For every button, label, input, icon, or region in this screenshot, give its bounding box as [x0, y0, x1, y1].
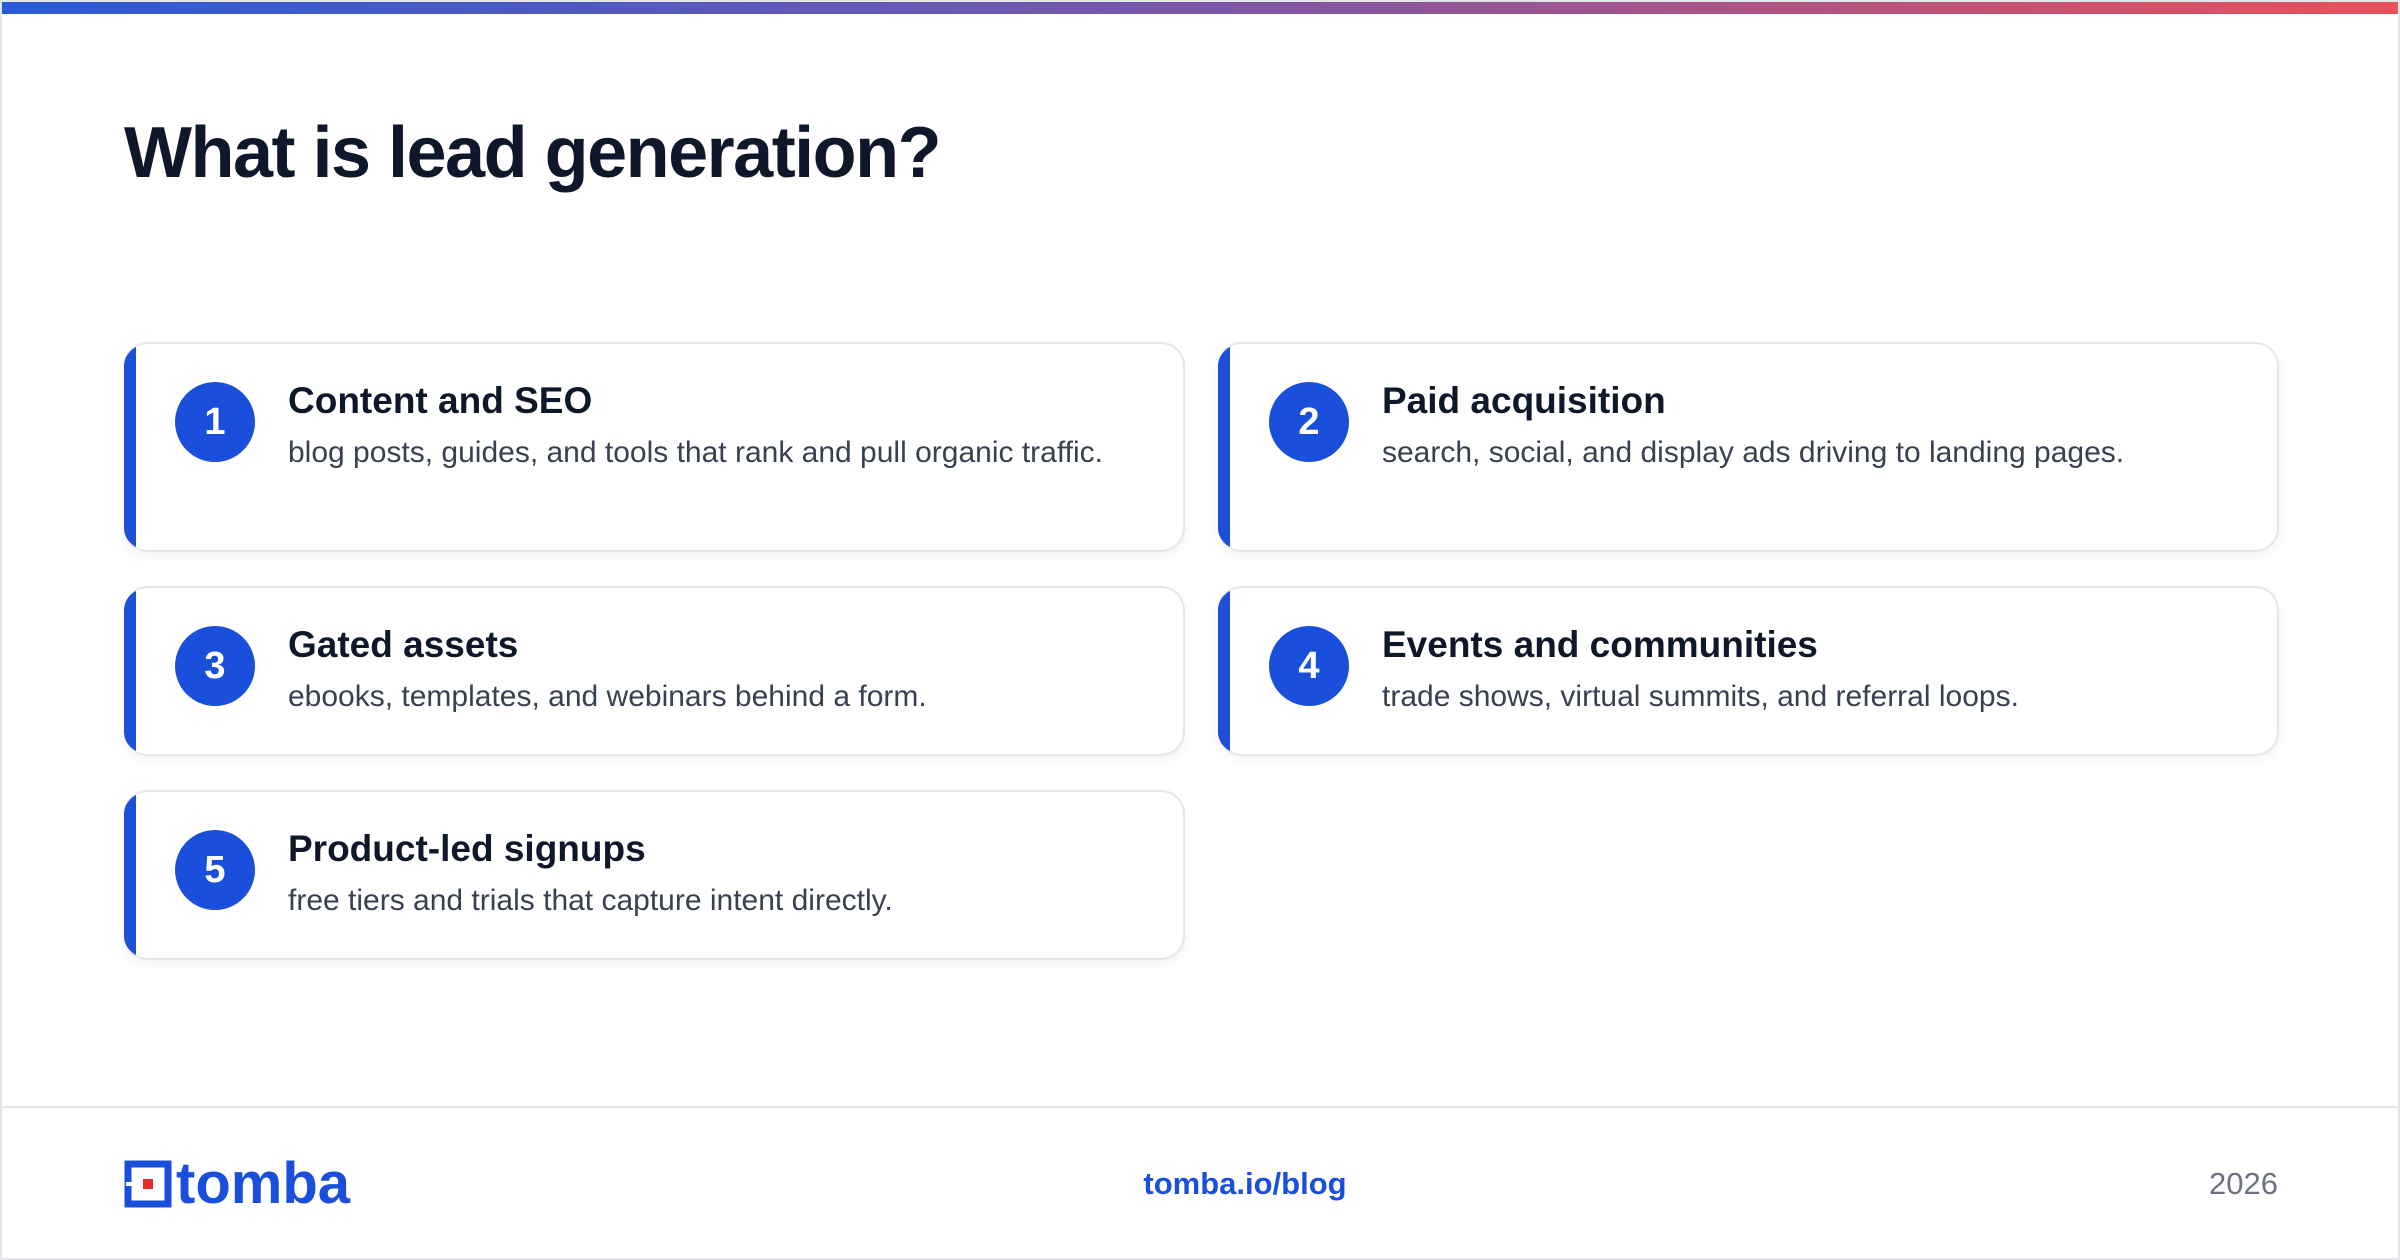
page-title: What is lead generation?	[124, 113, 942, 193]
footer-divider	[2, 1106, 2398, 1108]
card-number-badge: 1	[175, 382, 255, 462]
card-paid-acquisition: 2 Paid acquisition search, social, and d…	[1218, 342, 2279, 552]
card-title: Gated assets	[288, 624, 519, 665]
blog-link[interactable]: tomba.io/blog	[2, 1166, 2398, 1202]
card-title: Product-led signups	[288, 828, 646, 869]
top-gradient-bar	[2, 2, 2398, 14]
card-product-led-signups: 5 Product-led signups free tiers and tri…	[124, 790, 1185, 960]
card-title: Events and communities	[1382, 624, 1818, 665]
card-gated-assets: 3 Gated assets ebooks, templates, and we…	[124, 586, 1185, 756]
footer-year: 2026	[2209, 1166, 2278, 1201]
card-number-badge: 3	[175, 626, 255, 706]
card-title: Paid acquisition	[1382, 380, 1666, 421]
card-description: search, social, and display ads driving …	[1382, 436, 2125, 469]
card-description: free tiers and trials that capture inten…	[288, 884, 893, 917]
card-number-badge: 4	[1269, 626, 1349, 706]
slide: What is lead generation? 1 Content and S…	[0, 0, 2400, 1260]
card-number-badge: 2	[1269, 382, 1349, 462]
card-content-seo: 1 Content and SEO blog posts, guides, an…	[124, 342, 1185, 552]
card-description: ebooks, templates, and webinars behind a…	[288, 680, 927, 713]
card-number-badge: 5	[175, 830, 255, 910]
card-description: trade shows, virtual summits, and referr…	[1382, 680, 2019, 713]
card-description: blog posts, guides, and tools that rank …	[288, 436, 1103, 469]
card-title: Content and SEO	[288, 380, 593, 421]
card-events-communities: 4 Events and communities trade shows, vi…	[1218, 586, 2279, 756]
